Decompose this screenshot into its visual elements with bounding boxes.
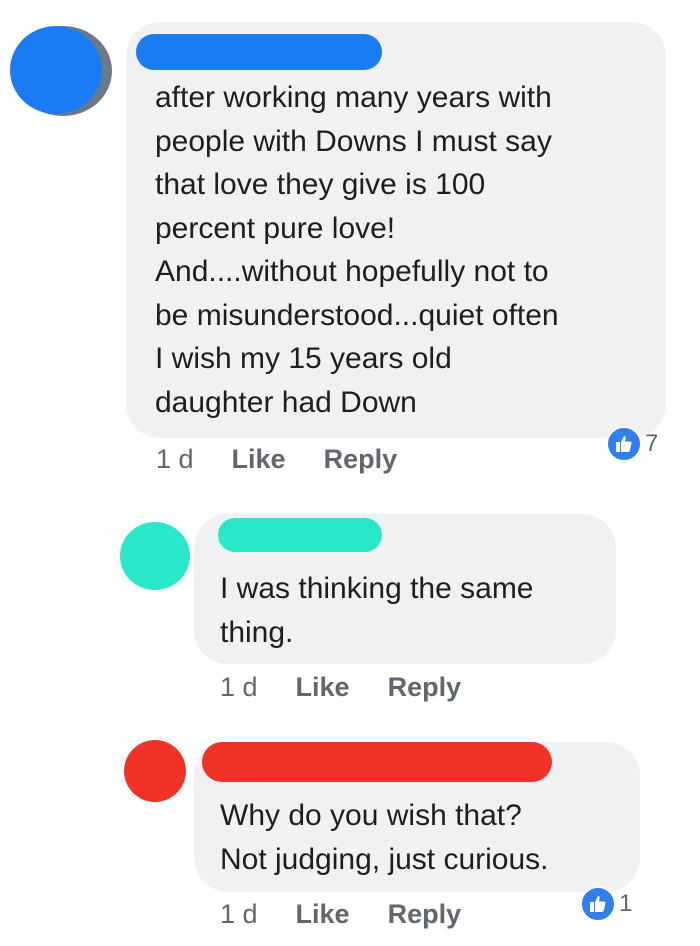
reaction-count[interactable]: 1 (580, 886, 632, 922)
comment-actions: 1 d Like Reply (220, 672, 461, 703)
avatar-redaction-mark (10, 26, 102, 114)
comment-text: after working many years with people wit… (155, 81, 559, 419)
reply-link[interactable]: Reply (388, 672, 462, 703)
like-link[interactable]: Like (296, 672, 350, 703)
reaction-number: 1 (619, 890, 633, 917)
comment-timestamp[interactable]: 1 d (156, 444, 194, 475)
avatar-redacted[interactable] (120, 522, 190, 590)
thumbs-up-icon (606, 426, 642, 462)
reaction-count[interactable]: 7 (606, 426, 658, 462)
comment-text: I was thinking the same thing. (220, 572, 534, 649)
like-link[interactable]: Like (232, 444, 286, 475)
name-redaction-scribble (136, 34, 382, 70)
like-link[interactable]: Like (296, 899, 350, 930)
comment-timestamp[interactable]: 1 d (220, 899, 258, 930)
comment-actions: 1 d Like Reply (156, 444, 397, 475)
comment-text: Why do you wish that? Not judging, just … (220, 799, 549, 876)
reply-link[interactable]: Reply (324, 444, 398, 475)
reply-link[interactable]: Reply (388, 899, 462, 930)
avatar-redacted[interactable] (124, 740, 186, 802)
name-redaction-scribble (202, 742, 552, 782)
thumbs-up-icon (580, 886, 616, 922)
comment-timestamp[interactable]: 1 d (220, 672, 258, 703)
comment-actions: 1 d Like Reply (220, 899, 461, 930)
reaction-number: 7 (645, 430, 659, 457)
name-redaction-scribble (218, 518, 382, 552)
